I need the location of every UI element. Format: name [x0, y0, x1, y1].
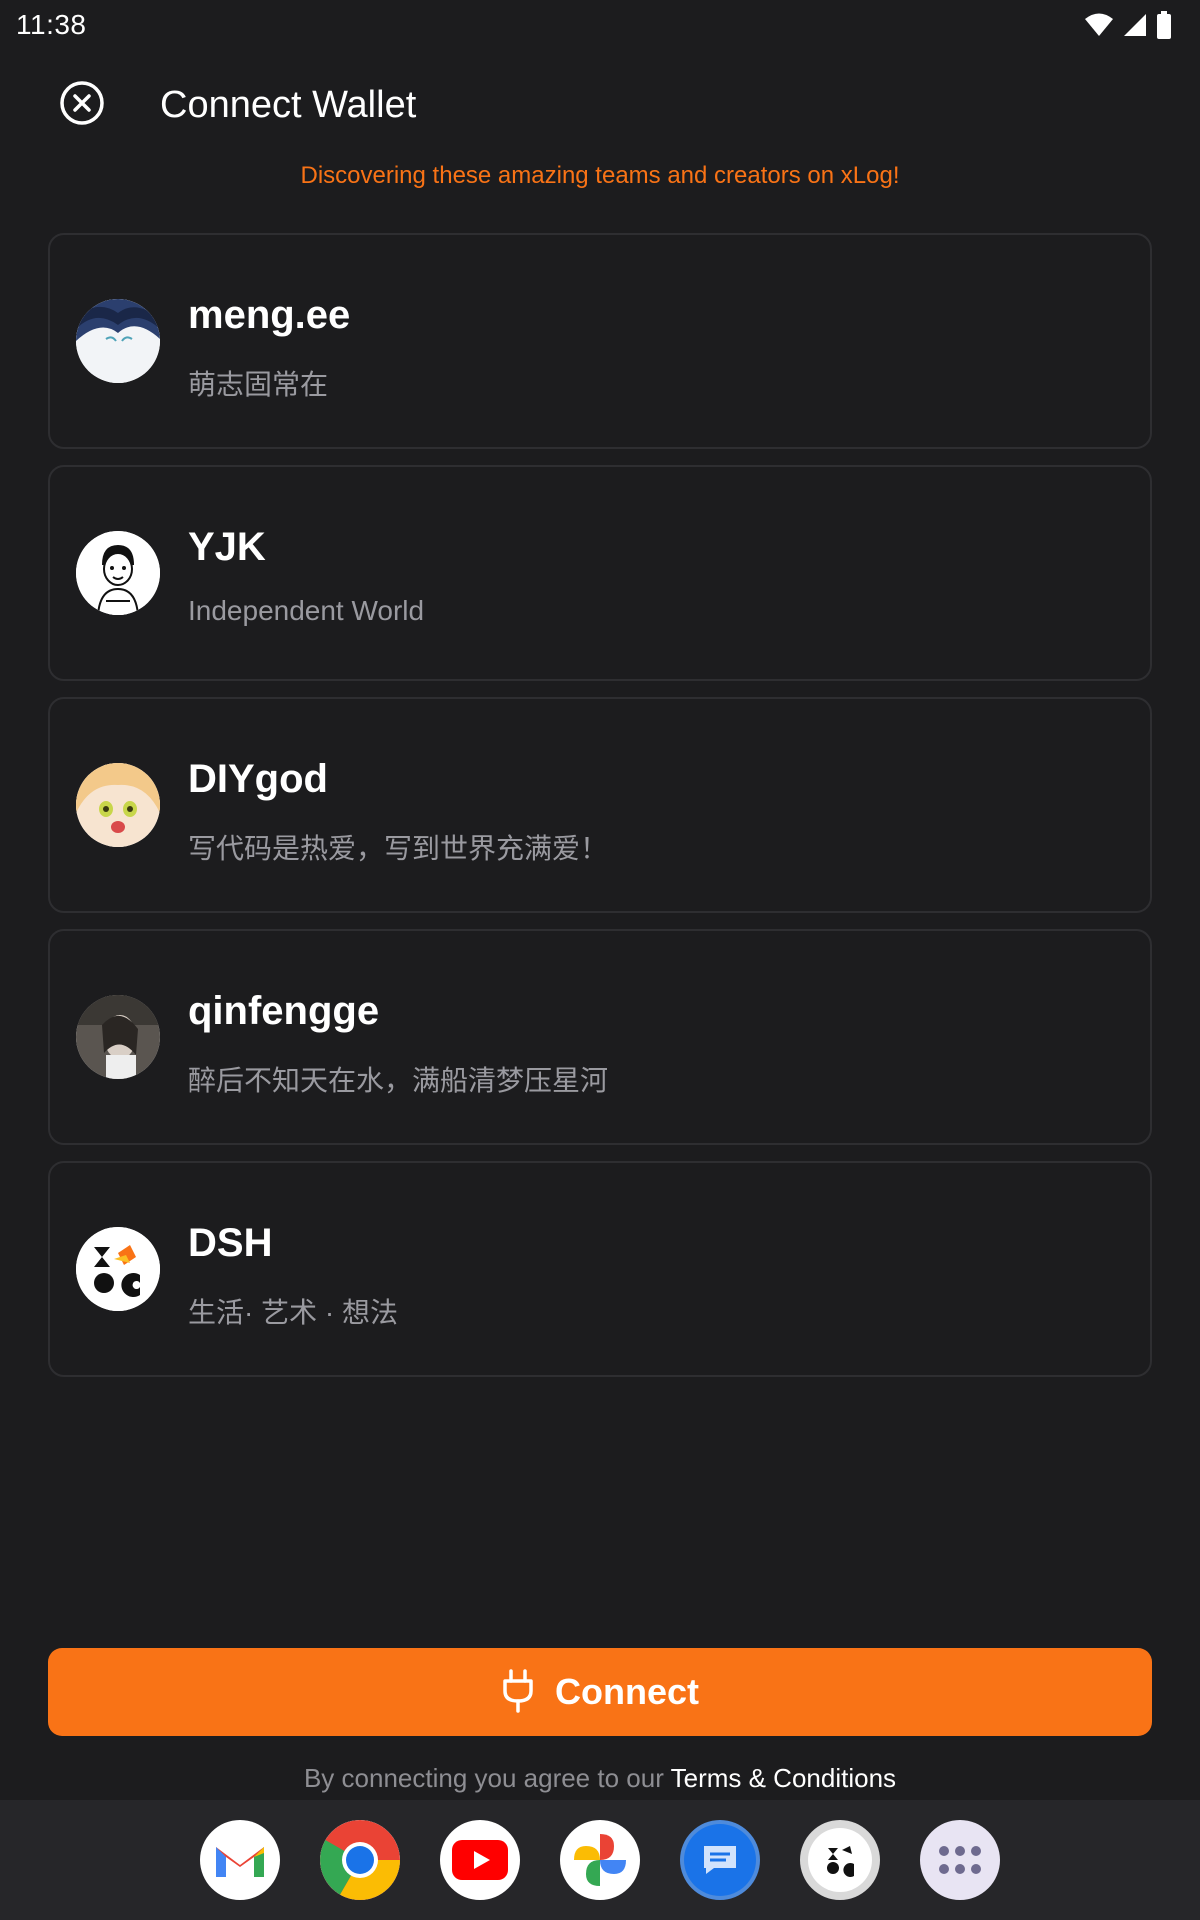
creator-card-qinfengge[interactable]: qinfengge 醉后不知天在水，满船清梦压星河 — [48, 929, 1152, 1145]
subtitle: Discovering these amazing teams and crea… — [300, 162, 900, 189]
app-drawer-icon[interactable] — [920, 1820, 1000, 1900]
youtube-app-icon[interactable] — [440, 1820, 520, 1900]
gmail-app-icon[interactable] — [200, 1820, 280, 1900]
header: Connect Wallet — [0, 70, 1200, 144]
avatar — [76, 531, 160, 615]
creator-card-dsh[interactable]: DSH 生活· 艺术 · 想法 — [48, 1161, 1152, 1377]
wifi-icon — [1084, 12, 1114, 38]
signal-icon — [1122, 12, 1148, 38]
creator-description: Independent World — [188, 595, 425, 626]
creator-name: qinfengge — [188, 989, 380, 1033]
creator-description: 萌志固常在 — [188, 369, 329, 400]
creator-card-meng-ee[interactable]: meng.ee 萌志固常在 — [48, 233, 1152, 449]
creator-name: DIYgod — [188, 757, 328, 801]
terms-prefix: By connecting you agree to our — [303, 1763, 671, 1793]
creator-card-yjk[interactable]: YJK Independent World — [48, 465, 1152, 681]
creator-description: 醉后不知天在水，满船清梦压星河 — [188, 1065, 609, 1096]
connect-label: Connect — [555, 1671, 699, 1712]
close-button[interactable] — [58, 80, 106, 131]
terms-link[interactable]: Terms & Conditions — [671, 1763, 896, 1793]
status-icons — [1084, 11, 1172, 39]
close-circle-icon — [59, 80, 105, 131]
status-bar: 11:38 — [0, 0, 1200, 50]
creator-list: meng.ee 萌志固常在 YJK Independent World DIYg… — [48, 233, 1152, 1393]
messages-app-icon[interactable] — [680, 1820, 760, 1900]
creator-card-diygod[interactable]: DIYgod 写代码是热爱，写到世界充满爱！ — [48, 697, 1152, 913]
avatar — [76, 1227, 160, 1311]
plug-icon — [501, 1668, 535, 1716]
photos-app-icon[interactable] — [560, 1820, 640, 1900]
app-dock — [0, 1800, 1200, 1920]
page-title: Connect Wallet — [160, 84, 417, 126]
avatar — [76, 995, 160, 1079]
avatar — [76, 763, 160, 847]
connect-button[interactable]: Connect — [48, 1648, 1152, 1736]
terms-notice: By connecting you agree to our Terms & C… — [0, 1763, 1200, 1794]
creator-name: meng.ee — [188, 293, 351, 337]
creator-name: DSH — [188, 1221, 273, 1265]
xlog-app-icon[interactable] — [800, 1820, 880, 1900]
creator-description: 生活· 艺术 · 想法 — [188, 1297, 398, 1328]
battery-icon — [1156, 11, 1172, 39]
creator-description: 写代码是热爱，写到世界充满爱！ — [188, 833, 609, 864]
status-time: 11:38 — [16, 9, 87, 40]
chrome-app-icon[interactable] — [320, 1820, 400, 1900]
avatar — [76, 299, 160, 383]
creator-name: YJK — [188, 525, 266, 569]
